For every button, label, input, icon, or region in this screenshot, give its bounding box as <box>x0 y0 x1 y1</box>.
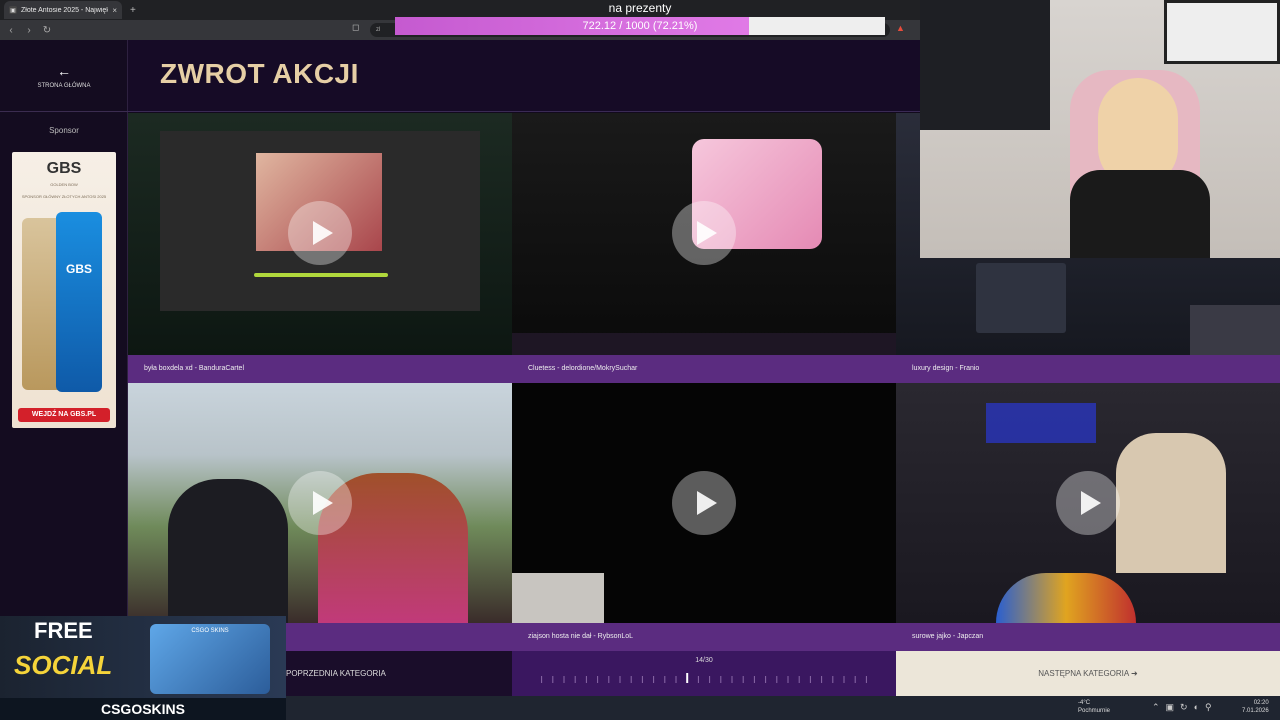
donation-goal-title: na prezenty <box>608 1 672 15</box>
windows-taskbar: -4°C Pochmurnie ⌃▣↻◐⚲ 02:20 7.01.2026 <box>286 696 1280 720</box>
new-tab-button[interactable]: + <box>130 5 136 16</box>
favicon-icon: ▣ <box>9 6 17 14</box>
csgoskins-logo: CSGOSKINS <box>0 698 286 720</box>
home-button-label: STRONA GŁÓWNA <box>37 82 91 89</box>
forward-icon[interactable]: › <box>22 25 36 36</box>
ad-tagline: SPONSOR GŁÓWNY ZŁOTYCH ANTOSI 2025 <box>21 194 107 199</box>
donation-progress-text: 722.12 / 1000 (72.21%) <box>582 20 698 32</box>
person-image <box>168 479 288 623</box>
banner-line-2: SOCIAL <box>14 650 113 680</box>
chest-image: CSGO SKINS <box>150 624 270 694</box>
weather-temp: -4°C <box>1078 700 1091 706</box>
sidebar: ← STRONA GŁÓWNA Sponsor GBS GOLDEN BOW S… <box>0 40 128 616</box>
ad-can-image: GBS <box>56 212 102 392</box>
back-icon[interactable]: ‹ <box>4 25 18 36</box>
video-thumbnail[interactable] <box>512 113 896 355</box>
loading-bar <box>254 273 388 277</box>
video-thumbnail[interactable] <box>896 383 1280 623</box>
led-light <box>986 403 1096 443</box>
emote-strip <box>512 333 896 355</box>
ad-can-text: GBS <box>65 262 92 276</box>
play-button[interactable] <box>672 201 736 265</box>
play-button[interactable] <box>672 471 736 535</box>
sponsor-label: Sponsor <box>49 126 79 135</box>
prize-wheel <box>996 573 1136 623</box>
weather-widget[interactable]: -4°C Pochmurnie <box>1078 699 1110 715</box>
streamer-cam <box>1190 305 1280 355</box>
video-thumbnail[interactable] <box>128 113 512 355</box>
arrow-right-icon: ➜ <box>1131 669 1138 678</box>
video-thumbnail[interactable] <box>128 383 512 623</box>
nominee-caption: surowe jajko - Japczan <box>896 623 1280 651</box>
close-icon[interactable]: × <box>112 6 117 15</box>
chest-label: CSGO SKINS <box>191 628 229 634</box>
streamer-webcam <box>920 0 1280 258</box>
person-image <box>1116 433 1226 573</box>
play-button[interactable] <box>288 201 352 265</box>
nominee-caption: ziajson hosta nie dał - RybsonLoL <box>512 623 896 651</box>
extension-icon[interactable]: ▲ <box>896 23 905 33</box>
page-header: ZWROT AKCJI <box>128 40 920 112</box>
clock-date: 7.01.2026 <box>1242 708 1269 714</box>
reload-icon[interactable]: ↻ <box>40 25 54 36</box>
next-category-button[interactable]: NASTĘPNA KATEGORIA ➜ <box>896 651 1280 696</box>
category-counter: 14/30 <box>695 657 713 664</box>
clock-time: 02:20 <box>1253 700 1269 706</box>
category-navigation: POPRZEDNIA KATEGORIA 14/30 NASTĘPNA KATE… <box>128 651 1280 696</box>
page-title: ZWROT AKCJI <box>160 58 359 89</box>
category-pager: 14/30 <box>512 651 896 696</box>
video-frame-image <box>512 573 604 623</box>
sponsor-ad[interactable]: GBS GOLDEN BOW SPONSOR GŁÓWNY ZŁOTYCH AN… <box>12 152 116 428</box>
ad-cta-button[interactable]: WEJDŹ NA GBS.PL <box>18 408 110 422</box>
bookmark-icon[interactable]: ◻ <box>352 22 359 33</box>
chat-panel <box>976 263 1066 333</box>
ad-brand-sub: GOLDEN BOW <box>50 182 78 187</box>
system-tray-icons[interactable]: ⌃▣↻◐⚲ <box>1152 702 1218 713</box>
play-button[interactable] <box>1056 471 1120 535</box>
wall-picture <box>1164 0 1280 64</box>
tab-title: Złote Antosie 2025 - Największ <box>21 6 109 14</box>
weather-desc: Pochmurnie <box>1078 708 1111 714</box>
category-ticks[interactable] <box>536 673 872 683</box>
nominee-caption: luxury design - Franio <box>896 355 1280 383</box>
tv-screen <box>920 0 1050 130</box>
home-button[interactable]: ← STRONA GŁÓWNA <box>0 40 128 112</box>
browser-tab[interactable]: ▣ Złote Antosie 2025 - Największ × <box>4 1 122 19</box>
next-category-label: NASTĘPNA KATEGORIA <box>1038 669 1129 678</box>
csgoskins-banner[interactable]: FREE SOCIAL CSGO SKINS CSGOSKINS <box>0 616 286 720</box>
play-button[interactable] <box>288 471 352 535</box>
donation-progress-bar: 722.12 / 1000 (72.21%) <box>395 17 885 35</box>
streamer-body <box>1070 170 1210 258</box>
video-thumbnail[interactable] <box>512 383 896 623</box>
banner-line-1: FREE <box>34 618 93 643</box>
nominee-caption: Cluetess - delordione/MokrySuchar <box>512 355 896 383</box>
taskbar-clock[interactable]: 02:20 7.01.2026 <box>1242 699 1269 715</box>
arrow-left-icon: ← <box>57 62 71 79</box>
ad-brand: GBS <box>46 160 82 177</box>
nominee-caption: była boxdela xd - BanduraCartel <box>128 355 512 383</box>
